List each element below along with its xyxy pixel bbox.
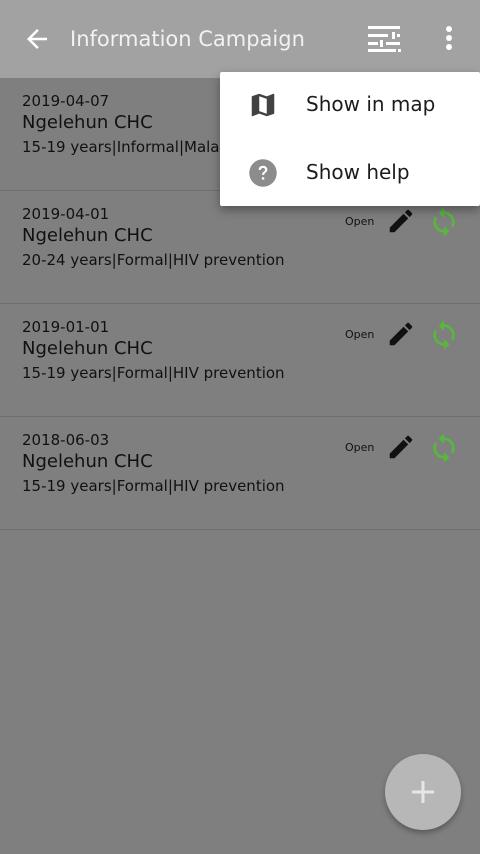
page-title: Information Campaign bbox=[70, 27, 305, 51]
event-date: 2019-01-01 bbox=[22, 318, 110, 336]
menu-item-show-in-map[interactable]: Show in map bbox=[220, 72, 480, 138]
event-org-unit: Ngelehun CHC bbox=[22, 225, 153, 246]
status-label: Open bbox=[345, 328, 375, 341]
event-card[interactable]: 2018-06-03 Ngelehun CHC 15-19 years|Form… bbox=[0, 417, 480, 530]
app-bar: Information Campaign bbox=[0, 0, 480, 78]
help-icon bbox=[249, 159, 277, 187]
edit-icon[interactable] bbox=[386, 206, 416, 236]
event-date: 2019-04-07 bbox=[22, 92, 110, 110]
event-attributes: 20-24 years|Formal|HIV prevention bbox=[22, 251, 285, 269]
more-vert-icon[interactable] bbox=[437, 22, 461, 54]
sync-icon[interactable] bbox=[428, 319, 460, 351]
edit-icon[interactable] bbox=[386, 319, 416, 349]
status-label: Open bbox=[345, 215, 375, 228]
event-org-unit: Ngelehun CHC bbox=[22, 338, 153, 359]
sync-icon[interactable] bbox=[428, 432, 460, 464]
event-attributes: 15-19 years|Informal|Malaria bbox=[22, 138, 240, 156]
event-date: 2019-04-01 bbox=[22, 205, 110, 223]
overflow-menu: Show in map Show help bbox=[220, 72, 480, 206]
menu-item-label: Show help bbox=[306, 160, 410, 184]
event-date: 2018-06-03 bbox=[22, 431, 110, 449]
edit-icon[interactable] bbox=[386, 432, 416, 462]
plus-icon bbox=[412, 781, 434, 803]
map-icon bbox=[251, 93, 275, 117]
event-org-unit: Ngelehun CHC bbox=[22, 451, 153, 472]
menu-item-show-help[interactable]: Show help bbox=[220, 140, 480, 206]
add-event-button[interactable] bbox=[385, 754, 461, 830]
event-org-unit: Ngelehun CHC bbox=[22, 112, 153, 133]
event-card[interactable]: 2019-04-01 Ngelehun CHC 20-24 years|Form… bbox=[0, 191, 480, 304]
status-label: Open bbox=[345, 441, 375, 454]
sync-icon[interactable] bbox=[428, 206, 460, 238]
event-attributes: 15-19 years|Formal|HIV prevention bbox=[22, 364, 285, 382]
event-attributes: 15-19 years|Formal|HIV prevention bbox=[22, 477, 285, 495]
filter-icon[interactable] bbox=[366, 22, 402, 54]
menu-item-label: Show in map bbox=[306, 92, 436, 116]
back-arrow-icon[interactable] bbox=[22, 24, 52, 54]
event-card[interactable]: 2019-01-01 Ngelehun CHC 15-19 years|Form… bbox=[0, 304, 480, 417]
